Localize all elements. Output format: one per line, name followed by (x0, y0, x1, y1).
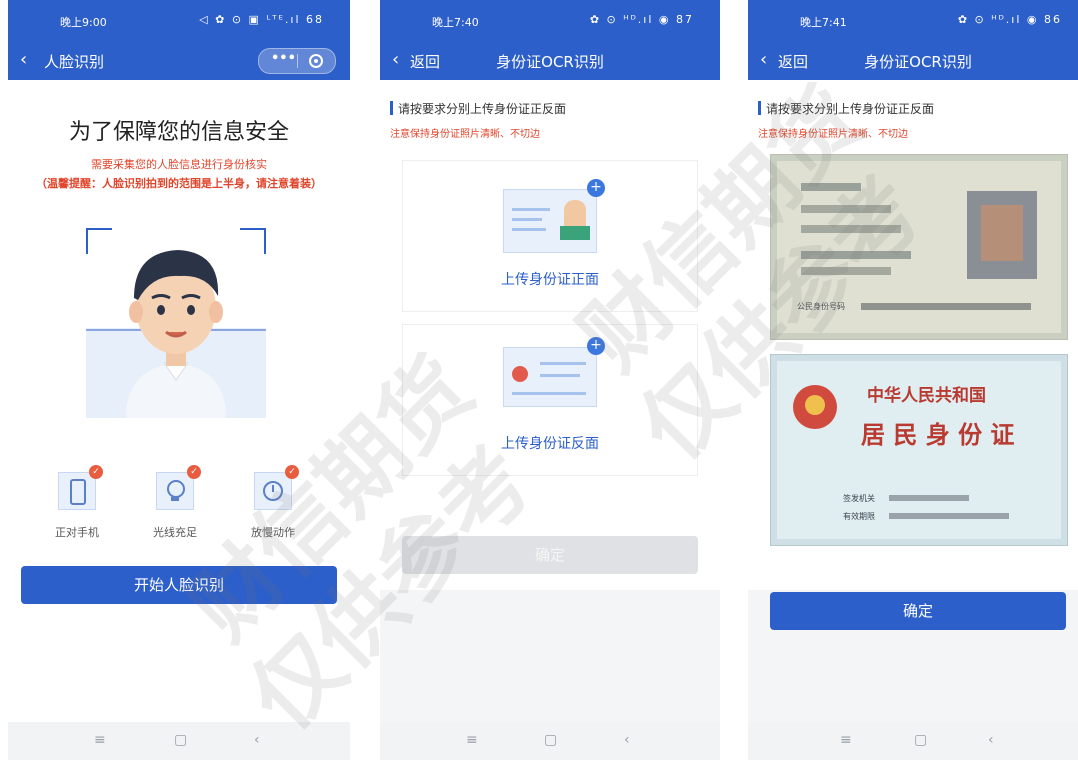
system-nav-bar: ≡ ▢ ‹ (748, 722, 1078, 760)
start-face-recognition-button[interactable]: 开始人脸识别 (21, 566, 337, 604)
main-content: 请按要求分别上传身份证正反面 注意保持身份证照片清晰、不切边 公民身份号码 中华… (748, 80, 1078, 630)
face-subtitle: 需要采集您的人脸信息进行身份核实 (91, 158, 267, 171)
id-issuer-label: 签发机关 (843, 494, 875, 503)
home-icon[interactable]: ▢ (544, 732, 557, 748)
status-time: 晚上7:40 (432, 16, 479, 29)
status-icons: ◁ ✿ ⊙ ▣ ᴸᵀᴱ.ıl 68 (199, 13, 324, 26)
main-content: 请按要求分别上传身份证正反面 注意保持身份证照片清晰、不切边 + 上传身份证正面… (380, 80, 720, 590)
check-good-light: ✓ 光线充足 (144, 465, 206, 540)
menu-icon[interactable]: ≡ (94, 732, 106, 748)
national-emblem-icon (793, 385, 837, 429)
check-face-phone: ✓ 正对手机 (46, 465, 108, 540)
check-slow-motion: ✓ 放慢动作 (242, 465, 304, 540)
clock-icon: ✓ (254, 465, 299, 510)
menu-icon[interactable]: ≡ (840, 732, 852, 748)
face-avatar-icon (86, 250, 266, 418)
id-back-photo[interactable]: 中华人民共和国 居 民 身 份 证 签发机关 有效期限 (770, 354, 1068, 546)
more-icon[interactable]: ••• (271, 51, 296, 66)
id-ocr-upload-screen: 晚上7:40 ✿ ⊙ ᴴᴰ.ıl ◉ 87 ‹ 返回 身份证OCR识别 请按要求… (380, 0, 720, 760)
id-back-placeholder-icon (503, 347, 597, 407)
system-nav-bar: ≡ ▢ ‹ (8, 722, 350, 760)
confirm-button[interactable]: 确定 (770, 592, 1066, 630)
nav-bar: ‹ 返回 身份证OCR识别 (380, 40, 720, 80)
menu-icon[interactable]: ≡ (466, 732, 478, 748)
check-badge-icon: ✓ (187, 465, 201, 479)
check-label: 正对手机 (55, 526, 99, 539)
back-icon[interactable]: ‹ (254, 732, 260, 748)
clarity-note: 注意保持身份证照片清晰、不切边 (758, 129, 908, 140)
id-back-title2: 居 民 身 份 证 (861, 420, 1015, 449)
face-illustration (86, 228, 266, 418)
status-icons: ✿ ⊙ ᴴᴰ.ıl ◉ 87 (589, 13, 694, 26)
close-target-icon[interactable] (309, 54, 323, 68)
check-label: 放慢动作 (251, 526, 295, 539)
check-label: 光线充足 (153, 526, 197, 539)
id-portrait-face (981, 205, 1023, 261)
upload-back-label: 上传身份证反面 (501, 436, 599, 452)
miniprogram-capsule: ••• (258, 48, 336, 74)
back-icon[interactable]: ‹ (624, 732, 630, 748)
phone-icon: ✓ (58, 465, 103, 510)
clarity-note: 注意保持身份证照片清晰、不切边 (390, 129, 540, 140)
main-content: 为了保障您的信息安全 需要采集您的人脸信息进行身份核实 （温馨提醒：人脸识别拍到… (8, 80, 350, 722)
lightbulb-icon: ✓ (156, 465, 201, 510)
back-chevron-icon[interactable]: ‹ (20, 49, 27, 70)
upload-requirement: 请按要求分别上传身份证正反面 (389, 101, 567, 116)
home-icon[interactable]: ▢ (174, 732, 187, 748)
capsule-divider (297, 54, 298, 68)
page-title: 身份证OCR识别 (496, 53, 604, 71)
id-back-title1: 中华人民共和国 (867, 386, 986, 406)
nav-bar: ‹ 人脸识别 ••• (8, 40, 350, 80)
nav-bar: ‹ 返回 身份证OCR识别 (748, 40, 1078, 80)
page-title: 人脸识别 (44, 53, 105, 71)
status-time: 晚上7:41 (800, 16, 847, 29)
id-valid-label: 有效期限 (843, 512, 875, 521)
status-bar: 晚上9:00 ◁ ✿ ⊙ ▣ ᴸᵀᴱ.ıl 68 (8, 0, 350, 40)
back-icon[interactable]: ‹ (988, 732, 994, 748)
security-heading: 为了保障您的信息安全 (68, 120, 289, 145)
confirm-button-disabled[interactable]: 确定 (402, 536, 698, 574)
id-front-placeholder-icon (503, 189, 597, 253)
status-time: 晚上9:00 (60, 16, 107, 29)
status-icons: ✿ ⊙ ᴴᴰ.ıl ◉ 86 (957, 13, 1062, 26)
status-bar: 晚上7:40 ✿ ⊙ ᴴᴰ.ıl ◉ 87 (380, 0, 720, 40)
status-bar: 晚上7:41 ✿ ⊙ ᴴᴰ.ıl ◉ 86 (748, 0, 1078, 40)
add-icon: + (587, 179, 605, 197)
upload-requirement: 请按要求分别上传身份证正反面 (757, 101, 935, 116)
upload-back-card[interactable]: + 上传身份证反面 (402, 324, 698, 476)
id-front-photo[interactable]: 公民身份号码 (770, 154, 1068, 340)
id-number-label: 公民身份号码 (797, 302, 845, 311)
system-nav-bar: ≡ ▢ ‹ (380, 722, 720, 760)
face-recognition-screen: 晚上9:00 ◁ ✿ ⊙ ▣ ᴸᵀᴱ.ıl 68 ‹ 人脸识别 ••• 为了保障… (8, 0, 350, 760)
dress-tip: （温馨提醒：人脸识别拍到的范围是上半身，请注意着装） (36, 177, 322, 190)
upload-front-card[interactable]: + 上传身份证正面 (402, 160, 698, 312)
home-icon[interactable]: ▢ (914, 732, 927, 748)
check-badge-icon: ✓ (89, 465, 103, 479)
add-icon: + (587, 337, 605, 355)
check-badge-icon: ✓ (285, 465, 299, 479)
page-title: 身份证OCR识别 (864, 53, 972, 71)
upload-front-label: 上传身份证正面 (501, 272, 599, 288)
id-ocr-filled-screen: 晚上7:41 ✿ ⊙ ᴴᴰ.ıl ◉ 86 ‹ 返回 身份证OCR识别 请按要求… (748, 0, 1078, 760)
